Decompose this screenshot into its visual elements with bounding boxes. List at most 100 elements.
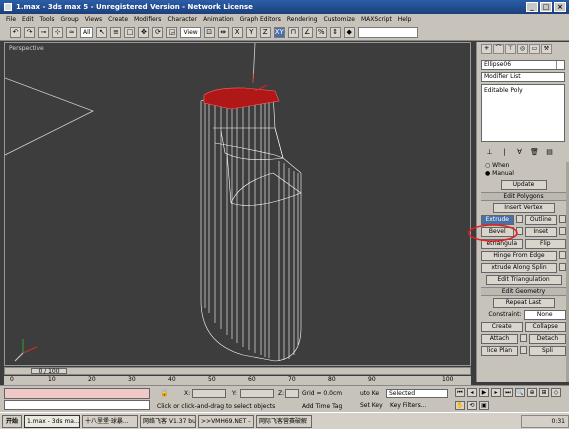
modify-tab-icon[interactable]: ⌒ [493,44,504,54]
angle-snap-icon[interactable]: ∠ [301,27,313,38]
perspective-viewport[interactable]: Perspective [4,42,471,366]
pan-icon[interactable]: ✋ [455,400,465,410]
split-checkbox[interactable]: Spli [529,346,566,356]
auto-key-button[interactable]: uto Ke [360,390,379,397]
menu-tools[interactable]: Tools [40,16,55,23]
motion-tab-icon[interactable]: ◎ [517,44,528,54]
menu-rendering[interactable]: Rendering [287,16,318,23]
menu-customize[interactable]: Customize [324,16,356,23]
add-time-tag[interactable]: Add Time Tag [302,403,342,410]
radio-when[interactable]: ○ When [477,162,569,170]
attach-settings-button[interactable] [520,334,527,342]
configure-sets-icon[interactable]: ▤ [545,148,554,157]
menu-create[interactable]: Create [108,16,128,23]
taskbar-item[interactable]: 1.max - 3ds ma... [24,414,81,428]
taskbar-item[interactable]: 十八里堡·球暴... [82,414,139,428]
z-coordinate-field[interactable] [285,389,299,398]
taskbar-item[interactable]: >>VMH69.NET - ... [198,414,255,428]
track-bar[interactable]: 0 10 20 30 40 50 60 70 80 90 100 [4,376,471,385]
select-object-icon[interactable]: ↖ [96,27,108,38]
menu-views[interactable]: Views [85,16,102,23]
goto-end-icon[interactable]: ⏭ [503,388,513,397]
taskbar-item[interactable]: 网络飞客 V1.37 bu... [140,414,197,428]
extrude-button[interactable]: Extrude [481,215,514,225]
maxscript-listener-mini[interactable] [4,388,150,399]
extrude-settings-button[interactable] [515,215,523,223]
object-name-field[interactable]: Ellipse06 [481,60,565,70]
select-by-name-icon[interactable]: ≡ [110,27,122,38]
link-icon[interactable]: ⊸ [38,27,49,38]
slice-settings-button[interactable] [520,346,527,354]
key-mode-dropdown[interactable]: Selected [386,389,448,398]
update-button[interactable]: Update [500,180,547,190]
y-coordinate-field[interactable] [240,389,274,398]
extrude-along-spline-button[interactable]: xtrude Along Splin [481,263,557,273]
edit-polygons-rollout[interactable]: Edit Polygons [481,192,566,201]
selection-filter-dropdown[interactable]: All [80,27,94,38]
object-name[interactable]: Ellipse06 [484,61,511,69]
minimize-button[interactable]: _ [526,2,538,12]
axis-x-button[interactable]: X [231,27,243,38]
extrude-spline-settings-button[interactable] [559,263,566,271]
menu-character[interactable]: Character [167,16,197,23]
move-icon[interactable]: ✥ [138,27,150,38]
mirror-icon[interactable]: ⇹ [217,27,229,38]
bind-space-warp-icon[interactable]: ≈ [66,27,77,38]
make-unique-icon[interactable]: ∀ [515,148,524,157]
inset-button[interactable]: Inset [524,227,557,237]
remove-modifier-icon[interactable]: 🗑 [530,148,539,157]
menu-edit[interactable]: Edit [22,16,34,23]
radio-manual[interactable]: ● Manual [477,170,569,178]
snap-icon[interactable]: ⊓ [287,27,299,38]
axis-xy-button[interactable]: XY [273,27,285,38]
hinge-from-edge-button[interactable]: Hinge From Edge [481,251,557,261]
detach-button[interactable]: Detach [529,334,566,344]
insert-vertex-button[interactable]: Insert Vertex [492,203,555,213]
spinner-snap-icon[interactable]: ⇕ [329,27,341,38]
axis-z-button[interactable]: Z [259,27,271,38]
select-region-icon[interactable]: □ [124,27,136,38]
menu-modifiers[interactable]: Modifiers [134,16,161,23]
min-max-toggle-icon[interactable]: ▣ [479,400,489,410]
zoom-extents-icon[interactable]: ⊞ [539,388,549,397]
set-key-button[interactable]: Set Key [360,402,383,409]
hierarchy-tab-icon[interactable]: ⊤ [505,44,516,54]
object-color-swatch[interactable] [556,61,564,69]
unlink-icon[interactable]: ⊹ [52,27,63,38]
create-button[interactable]: Create [481,322,523,332]
taskbar-item[interactable]: 网际飞客营赛破解 [256,414,313,428]
redo-icon[interactable]: ↷ [24,27,35,38]
scale-icon[interactable]: ◲ [166,27,178,38]
repeat-last-button[interactable]: Repeat Last [492,298,555,308]
key-filters-button[interactable]: Key Filters... [390,402,427,409]
time-slider[interactable]: 0 / 100 [31,368,67,375]
collapse-button[interactable]: Collapse [524,322,566,332]
menu-animation[interactable]: Animation [203,16,234,23]
menu-group[interactable]: Group [60,16,78,23]
lock-selection-icon[interactable]: 🔒 [160,389,169,397]
menu-graph-editors[interactable]: Graph Editors [240,16,281,23]
create-tab-icon[interactable]: ✳ [481,44,492,54]
render-icon[interactable]: ◆ [343,27,355,38]
attach-button[interactable]: Attach [481,334,518,344]
close-button[interactable]: × [554,2,566,12]
menu-help[interactable]: Help [398,16,412,23]
reference-coord-dropdown[interactable]: View [180,27,201,38]
outline-button[interactable]: Outline [524,215,557,225]
field-of-view-icon[interactable]: ◇ [551,388,561,397]
named-selection-dropdown[interactable] [357,27,418,38]
show-end-result-icon[interactable]: | [500,148,509,157]
bevel-button[interactable]: Bevel [481,227,514,237]
retriangulate-button[interactable]: etriangula [481,239,523,249]
menu-maxscript[interactable]: MAXScript [361,16,392,23]
outline-settings-button[interactable] [559,215,566,223]
slice-plane-button[interactable]: lice Plan [481,346,518,356]
arc-rotate-icon[interactable]: ⟲ [467,400,477,410]
bevel-settings-button[interactable] [515,227,523,235]
maxscript-output-mini[interactable] [4,400,150,410]
pin-stack-icon[interactable]: ⊥ [485,148,494,157]
start-button[interactable]: 开始 [2,414,23,428]
zoom-all-icon[interactable]: ⊕ [527,388,537,397]
stack-item-editable-poly[interactable]: Editable Poly [484,87,523,94]
next-frame-icon[interactable]: ▸ [491,388,501,397]
